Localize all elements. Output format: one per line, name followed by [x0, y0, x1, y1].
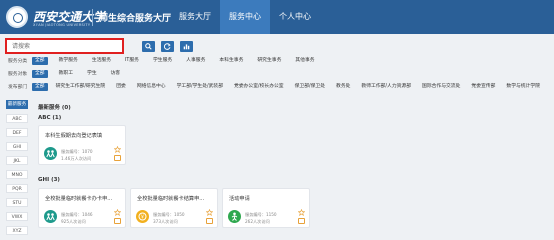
activity-icon: [228, 210, 241, 223]
search-icon: [145, 43, 152, 50]
nav-personal-center[interactable]: 个人中心: [270, 0, 320, 34]
favorite-icon[interactable]: [114, 155, 121, 161]
service-card[interactable]: 全校批量临时就餐卡办卡申... 服务编号：1046 925人次访问: [38, 188, 126, 228]
star-icon[interactable]: [114, 209, 121, 216]
sidebar-item[interactable]: MNO: [6, 170, 28, 179]
department-chip[interactable]: 党委办公室/校长办公室: [231, 83, 287, 91]
card-title: 全校批量临时就餐卡结算申...: [137, 196, 205, 202]
hall-title: 师生综合服务大厅: [99, 14, 172, 24]
department-chip[interactable]: 教师工作部/人力资源部: [358, 83, 414, 91]
favorite-icon[interactable]: [298, 218, 305, 224]
department-filter-label: 发布部门: [8, 85, 28, 90]
nav-service-center[interactable]: 服务中心: [220, 0, 270, 34]
category-chip[interactable]: 本科生事务: [216, 57, 246, 65]
department-chip[interactable]: 学工部/学生处/武装部: [174, 83, 226, 91]
star-icon[interactable]: [114, 146, 121, 153]
group-heading-abc: ABC (1): [38, 115, 62, 121]
alphabet-sidebar: 最新服务 ABC DEF GHI JKL MNO PQR STU VWX XYZ: [6, 100, 28, 235]
department-chip[interactable]: 保卫部/保卫处: [292, 83, 328, 91]
card-title: 活动申请: [229, 196, 250, 202]
card-title: 本科生假期去向登记表填: [45, 133, 103, 139]
sidebar-item[interactable]: ABC: [6, 114, 28, 123]
top-header: 西安交通大学 XI'AN JIAOTONG UNIVERSITY 师生综合服务大…: [0, 0, 554, 34]
audience-filter-row: 服务对象 全部 教职工 学生 访客: [8, 69, 131, 78]
card-views: 373人次访问: [153, 219, 178, 224]
star-icon[interactable]: [298, 209, 305, 216]
category-chip[interactable]: 人事服务: [183, 57, 208, 65]
star-icon[interactable]: [206, 209, 213, 216]
department-chip[interactable]: 研究生工作部/研究生院: [53, 83, 109, 91]
sidebar-item[interactable]: PQR: [6, 184, 28, 193]
sidebar-item[interactable]: STU: [6, 198, 28, 207]
service-card[interactable]: 本科生假期去向登记表填 服务编号：1070 1.46万人次访问: [38, 125, 126, 165]
card-number: 服务编号：1046: [61, 212, 93, 217]
card-number: 服务编号：1070: [61, 149, 93, 154]
favorite-icon[interactable]: [206, 218, 213, 224]
search-box: [5, 38, 124, 54]
refresh-icon: [164, 43, 171, 50]
sidebar-item[interactable]: XYZ: [6, 226, 28, 235]
category-chip[interactable]: 生活服务: [89, 57, 114, 65]
category-chip[interactable]: 其他事务: [292, 57, 317, 65]
card-number: 服务编号：1050: [153, 212, 185, 217]
department-chip[interactable]: 国际合作与交流处: [419, 83, 463, 91]
card-number: 服务编号：1150: [245, 212, 277, 217]
card-views: 262人次访问: [245, 219, 270, 224]
category-chip[interactable]: 研究生事务: [254, 57, 284, 65]
group-heading-ghi: GHI (3): [38, 177, 60, 183]
department-filter-row: 发布部门 全部 研究生工作部/研究生院 团委 网络信息中心 学工部/学生处/武装…: [8, 82, 543, 91]
department-chip[interactable]: 教务处: [333, 83, 353, 91]
sidebar-item[interactable]: DEF: [6, 128, 28, 137]
category-chip[interactable]: 学生服务: [150, 57, 175, 65]
nav-service-hall[interactable]: 服务大厅: [170, 0, 220, 34]
latest-heading: 最新服务 (0): [38, 105, 71, 111]
sidebar-item[interactable]: JKL: [6, 156, 28, 165]
university-seal-icon: [6, 6, 28, 28]
department-chip[interactable]: 数学与统计学院: [503, 83, 543, 91]
search-input[interactable]: [7, 40, 122, 52]
refresh-button[interactable]: [161, 41, 174, 52]
category-filter-label: 服务分类: [8, 59, 28, 64]
search-button[interactable]: [142, 41, 155, 52]
main-nav: 服务大厅 服务中心 个人中心: [170, 0, 320, 34]
category-chip[interactable]: 教学服务: [56, 57, 81, 65]
department-chip[interactable]: 党委宣传部: [468, 83, 498, 91]
people-icon: [44, 210, 57, 223]
card-title: 全校批量临时就餐卡办卡申...: [45, 196, 113, 202]
audience-chip[interactable]: 教职工: [56, 70, 76, 78]
category-filter-row: 服务分类 全部 教学服务 生活服务 IT服务 学生服务 人事服务 本科生事务 研…: [8, 56, 326, 65]
favorite-icon[interactable]: [114, 218, 121, 224]
audience-chip[interactable]: 全部: [32, 69, 48, 78]
category-chip[interactable]: 全部: [32, 56, 48, 65]
coin-icon: ¥: [136, 210, 149, 223]
svg-text:¥: ¥: [141, 214, 144, 220]
bar-chart-icon: [183, 44, 190, 50]
department-chip[interactable]: 团委: [113, 83, 129, 91]
service-card[interactable]: 全校批量临时就餐卡结算申... ¥ 服务编号：1050 373人次访问: [130, 188, 218, 228]
department-chip[interactable]: 全部: [32, 82, 48, 91]
service-card[interactable]: 活动申请 服务编号：1150 262人次访问: [222, 188, 310, 228]
stats-button[interactable]: [180, 41, 193, 52]
audience-chip[interactable]: 学生: [84, 70, 100, 78]
sidebar-item[interactable]: VWX: [6, 212, 28, 221]
audience-filter-label: 服务对象: [8, 72, 28, 77]
category-chip[interactable]: IT服务: [122, 57, 142, 65]
sidebar-item[interactable]: GHI: [6, 142, 28, 151]
audience-chip[interactable]: 访客: [108, 70, 124, 78]
card-views: 1.46万人次访问: [61, 156, 92, 161]
logo-subtitle: XI'AN JIAOTONG UNIVERSITY: [33, 23, 91, 27]
header-divider: [92, 9, 93, 26]
card-views: 925人次访问: [61, 219, 86, 224]
people-icon: [44, 147, 57, 160]
department-chip[interactable]: 网络信息中心: [134, 83, 169, 91]
sidebar-latest[interactable]: 最新服务: [6, 100, 28, 109]
logo-text: 西安交通大学: [33, 10, 106, 24]
